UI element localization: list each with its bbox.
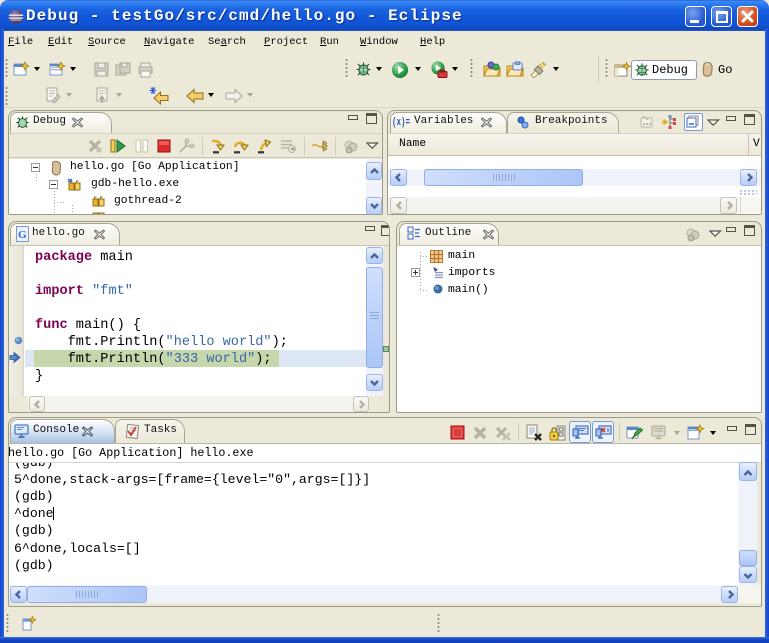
svg-text:G: G xyxy=(18,229,27,241)
svg-text:(x)=: (x)= xyxy=(392,117,410,129)
